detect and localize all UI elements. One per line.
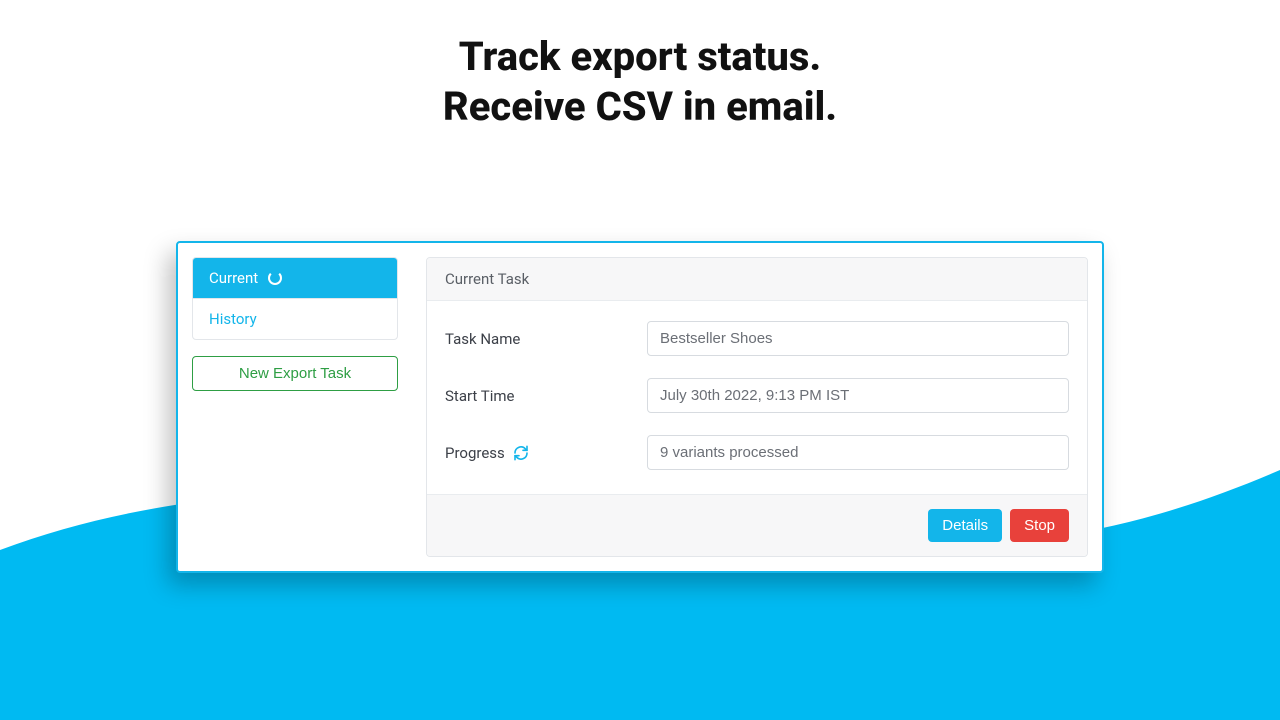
task-name-input[interactable] [647, 321, 1069, 356]
card-body: Task Name Start Time Progress [427, 301, 1087, 494]
sidebar-item-label: History [209, 310, 257, 328]
sidebar: Current History New Export Task [192, 257, 398, 557]
task-name-row: Task Name [445, 321, 1069, 356]
stop-button[interactable]: Stop [1010, 509, 1069, 542]
sidebar-item-label: Current [209, 269, 258, 287]
card-footer: Details Stop [427, 494, 1087, 556]
progress-input[interactable] [647, 435, 1069, 470]
progress-label-text: Progress [445, 444, 505, 462]
page-heading: Track export status. Receive CSV in emai… [0, 0, 1280, 132]
heading-line-1: Track export status. [459, 33, 822, 80]
app-panel: Current History New Export Task Current … [176, 241, 1104, 573]
refresh-icon[interactable] [513, 445, 529, 461]
new-export-task-button[interactable]: New Export Task [192, 356, 398, 391]
details-button[interactable]: Details [928, 509, 1002, 542]
start-time-input[interactable] [647, 378, 1069, 413]
spinner-icon [268, 271, 282, 285]
task-name-label: Task Name [445, 330, 647, 348]
progress-label: Progress [445, 444, 647, 462]
sidebar-item-current[interactable]: Current [193, 258, 397, 298]
progress-row: Progress [445, 435, 1069, 470]
sidebar-item-history[interactable]: History [193, 298, 397, 339]
current-task-card: Current Task Task Name Start Time Progre… [426, 257, 1088, 557]
start-time-row: Start Time [445, 378, 1069, 413]
heading-line-2: Receive CSV in email. [443, 83, 837, 130]
start-time-label: Start Time [445, 387, 647, 405]
card-header: Current Task [427, 258, 1087, 301]
sidebar-nav: Current History [192, 257, 398, 340]
